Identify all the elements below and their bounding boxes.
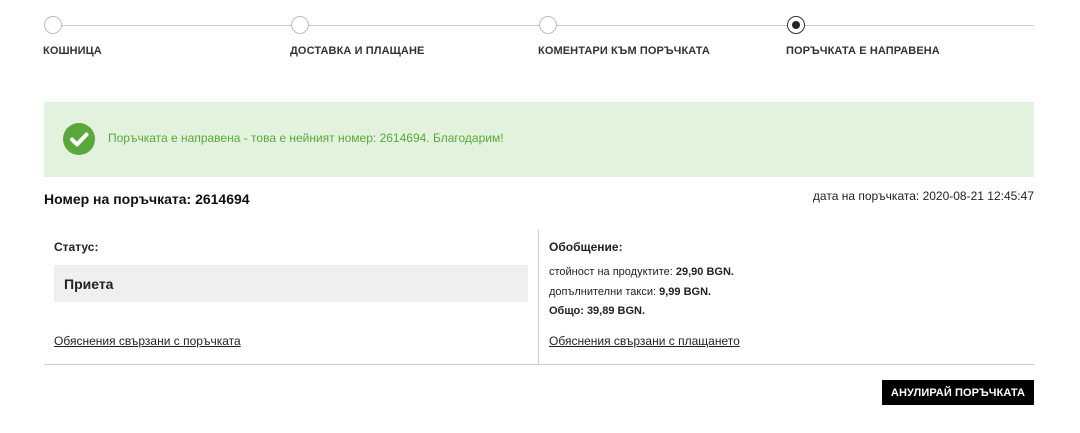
step-label: ДОСТАВКА И ПЛАЩАНЕ <box>290 45 425 57</box>
order-date: дата на поръчката: 2020-08-21 12:45:47 <box>812 189 1034 203</box>
cancel-order-button[interactable]: АНУЛИРАЙ ПОРЪЧКАТА <box>882 380 1034 405</box>
summary-products-line: стойност на продуктите: 29,90 BGN. <box>549 266 734 278</box>
summary-fees-line: допълнителни такси: 9,99 BGN. <box>549 286 711 298</box>
step-dot-icon <box>539 16 557 34</box>
summary-value: 9,99 BGN. <box>659 286 712 298</box>
step-label: ПОРЪЧКАТА Е НАПРАВЕНА <box>786 45 940 57</box>
step-dot-icon <box>291 16 309 34</box>
status-heading: Статус: <box>54 240 99 254</box>
success-banner: Поръчката е направена - това е нейният н… <box>44 102 1034 177</box>
order-details: Статус: Приета Обяснения свързани с поръ… <box>44 229 1034 365</box>
summary-panel: Обобщение: стойност на продуктите: 29,90… <box>539 229 1034 364</box>
summary-total-line: Общо: 39,89 BGN. <box>549 305 645 317</box>
summary-label: Общо: <box>549 305 584 317</box>
step-dot-icon <box>44 16 62 34</box>
summary-heading: Обобщение: <box>549 240 623 254</box>
step-label: КОШНИЦА <box>43 45 102 57</box>
payment-explanations-link[interactable]: Обяснения свързани с плащането <box>549 334 740 348</box>
summary-label: допълнителни такси: <box>549 286 657 298</box>
success-message: Поръчката е направена - това е нейният н… <box>108 131 504 145</box>
status-box: Приета <box>54 265 528 302</box>
summary-label: стойност на продуктите: <box>549 266 673 278</box>
status-panel: Статус: Приета Обяснения свързани с поръ… <box>44 229 538 364</box>
status-value: Приета <box>64 276 114 292</box>
summary-value: 39,89 BGN. <box>586 305 646 317</box>
check-circle-icon <box>63 123 95 155</box>
checkout-stepper: КОШНИЦА ДОСТАВКА И ПЛАЩАНЕ КОМЕНТАРИ КЪМ… <box>43 16 1034 66</box>
step-label: КОМЕНТАРИ КЪМ ПОРЪЧКАТА <box>538 45 710 57</box>
order-number-title: Номер на поръчката: 2614694 <box>44 191 250 207</box>
step-dot-active-icon <box>787 16 805 34</box>
order-explanations-link[interactable]: Обяснения свързани с поръчката <box>54 334 241 348</box>
summary-value: 29,90 BGN. <box>675 266 734 278</box>
